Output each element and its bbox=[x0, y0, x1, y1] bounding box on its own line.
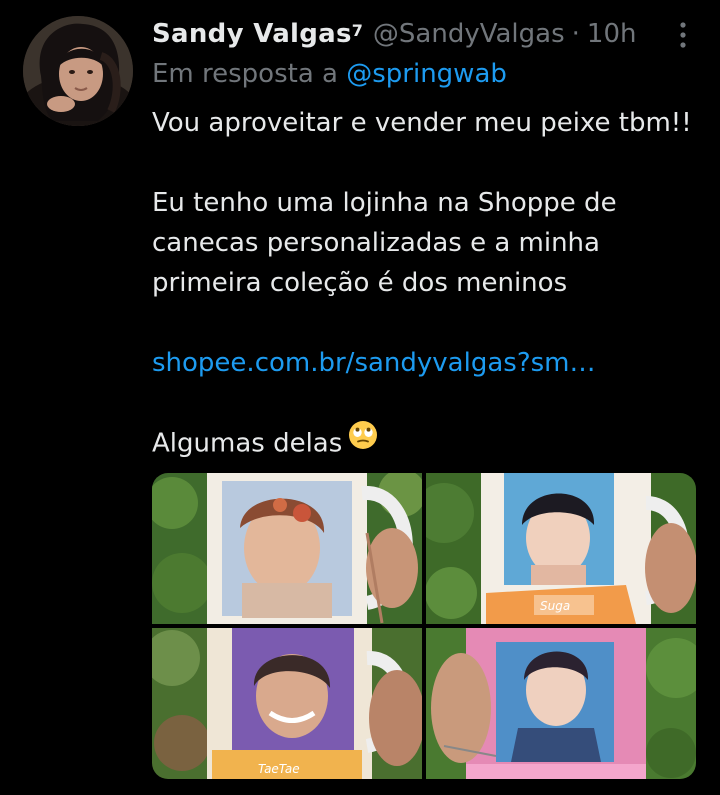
media-photo[interactable]: TaeTae bbox=[152, 628, 422, 779]
reply-prefix: Em resposta a bbox=[152, 59, 338, 89]
media-grid: Suga TaeTae bbox=[152, 473, 696, 779]
time-separator: · bbox=[571, 19, 580, 49]
tweet-text-line: Eu tenho uma lojinha na Shoppe de bbox=[152, 188, 617, 218]
media-photo[interactable] bbox=[426, 628, 696, 779]
tweet-text-line: canecas personalizadas e a minha bbox=[152, 228, 600, 258]
name-suffix: 7 bbox=[351, 21, 363, 40]
mug-photo-4 bbox=[426, 628, 696, 779]
mug-name-label: TaeTae bbox=[258, 762, 300, 776]
shopee-link[interactable]: shopee.com.br/sandyvalgas?sm… bbox=[152, 348, 596, 378]
timestamp[interactable]: 10h bbox=[587, 14, 637, 54]
tweet-text: Vou aproveitar e vender meu peixe tbm!! … bbox=[152, 103, 712, 465]
avatar-image bbox=[23, 16, 133, 126]
user-handle[interactable]: @SandyValgas bbox=[373, 14, 565, 54]
mug-photo-1 bbox=[152, 473, 422, 624]
media-photo[interactable] bbox=[152, 473, 422, 624]
tweet-text-line: Vou aproveitar e vender meu peixe tbm!! bbox=[152, 108, 692, 138]
reply-context: Em resposta a @springwab bbox=[152, 54, 507, 94]
media-photo[interactable]: Suga bbox=[426, 473, 696, 624]
more-options-icon[interactable] bbox=[680, 22, 686, 48]
mug-name-label: Suga bbox=[540, 599, 571, 613]
display-name[interactable]: Sandy Valgas bbox=[152, 14, 352, 54]
reply-mention-link[interactable]: @springwab bbox=[346, 59, 507, 89]
avatar[interactable] bbox=[23, 16, 133, 126]
tweet-text-line: primeira coleção é dos meninos bbox=[152, 268, 568, 298]
tweet-text-line: Algumas delas bbox=[152, 428, 343, 459]
rolling-eyes-emoji bbox=[348, 420, 378, 462]
mug-photo-3 bbox=[152, 628, 422, 779]
tweet-header: Sandy Valgas 7 @SandyValgas · 10h bbox=[152, 14, 690, 54]
